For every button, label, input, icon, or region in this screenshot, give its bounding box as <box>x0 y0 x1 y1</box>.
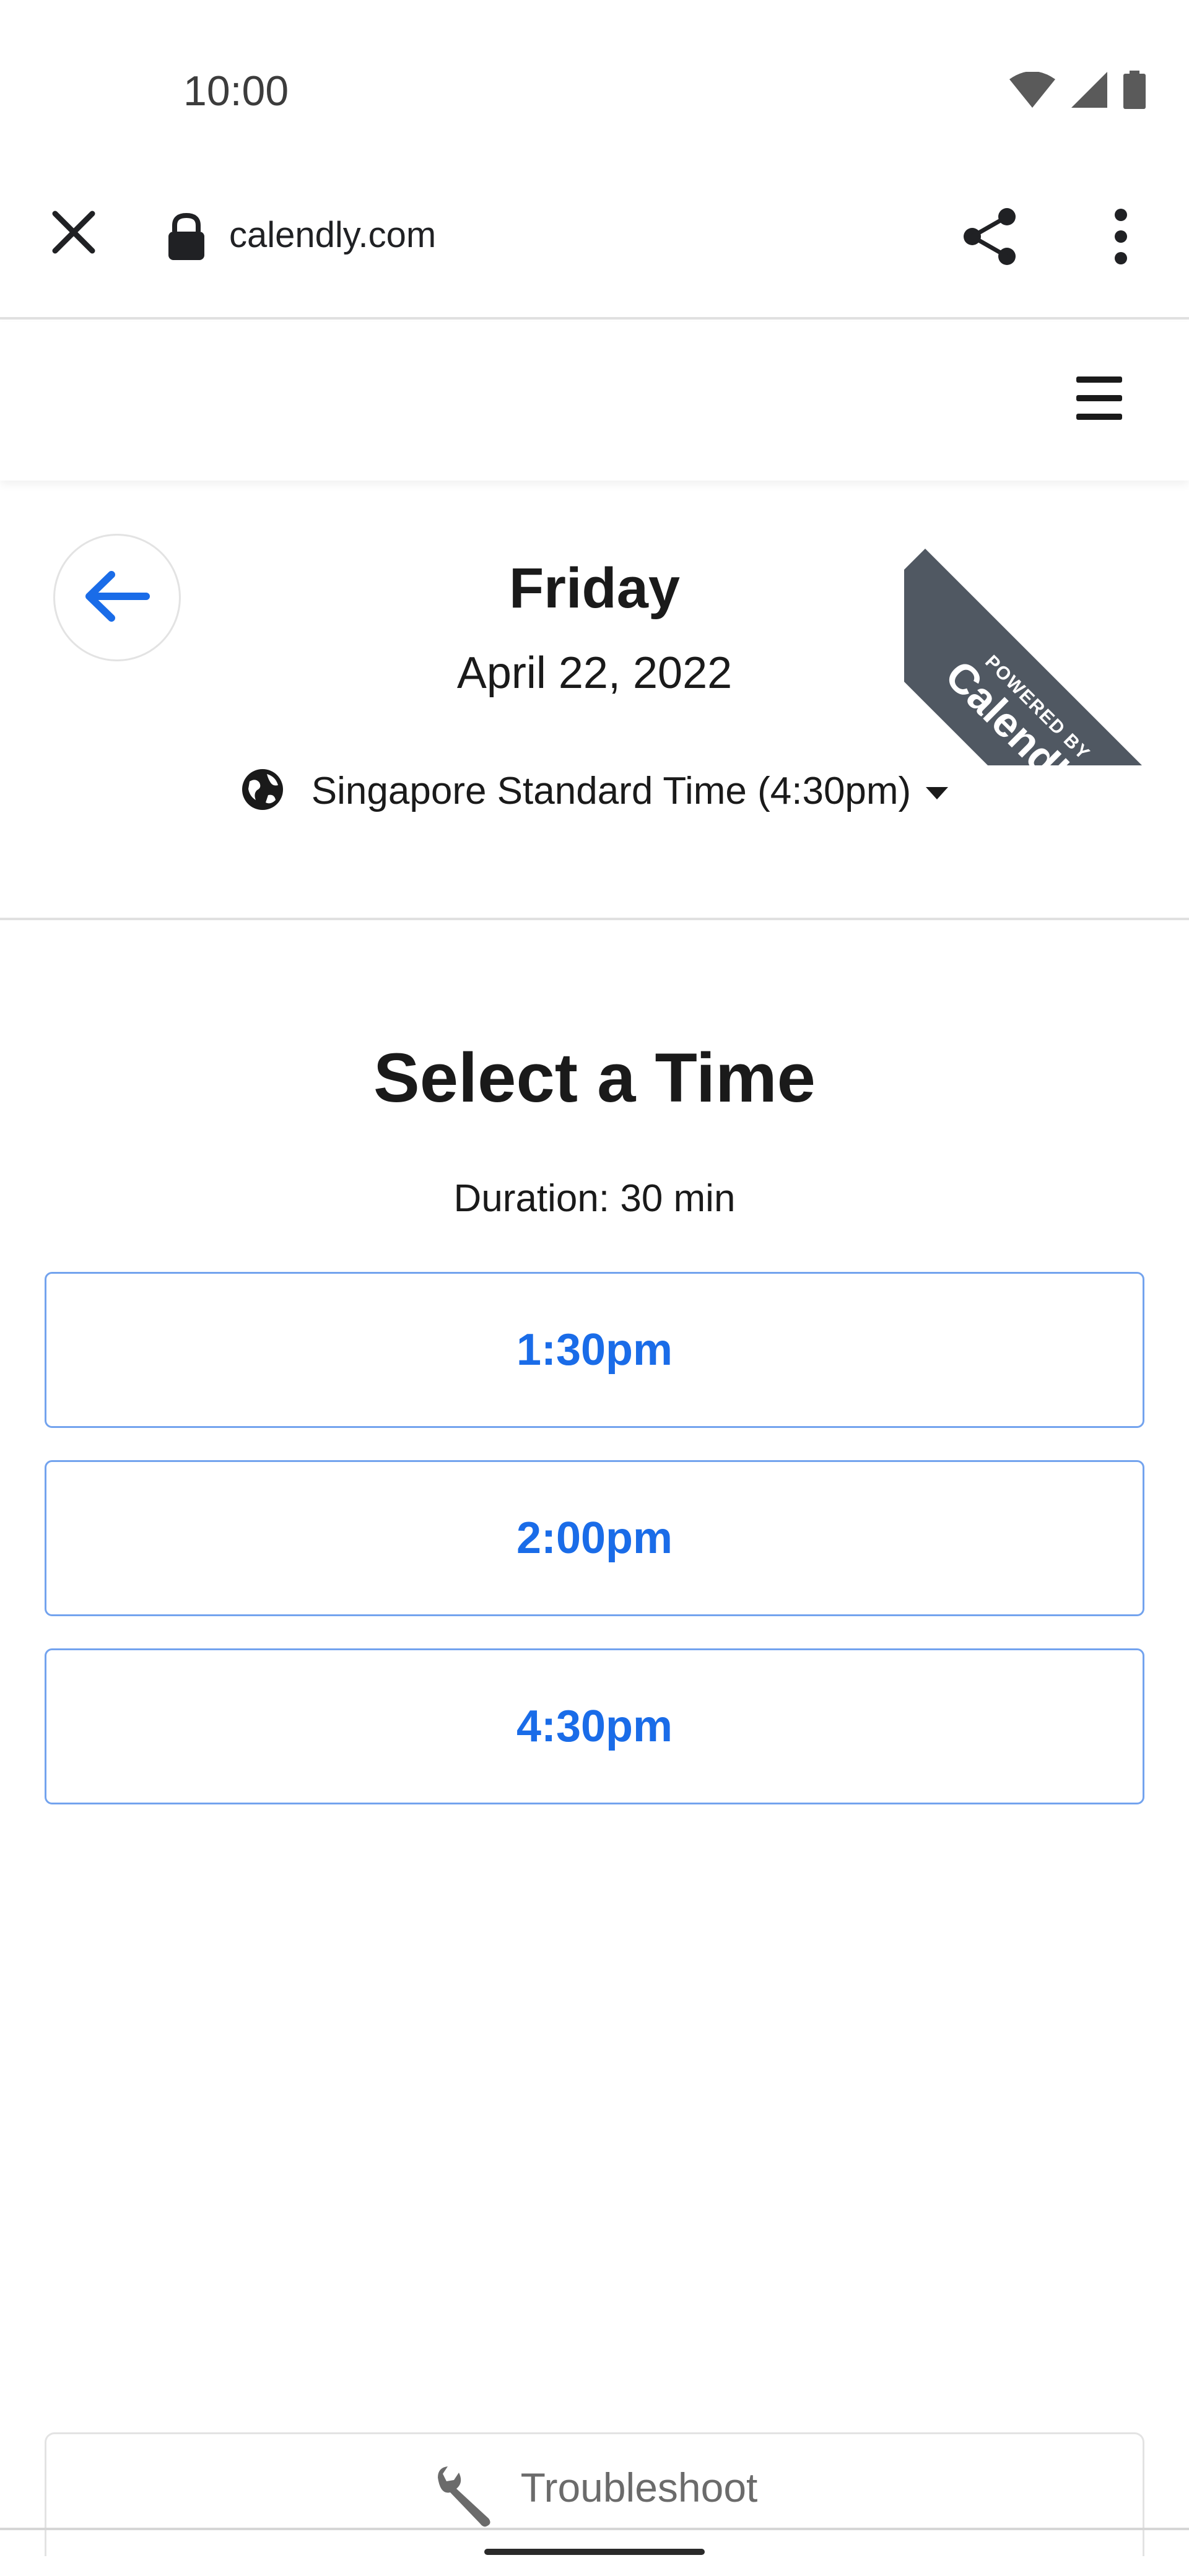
time-slot-label: 4:30pm <box>516 1702 673 1751</box>
app-header <box>0 322 1189 481</box>
troubleshoot-label: Troubleshoot <box>520 2465 758 2510</box>
time-slot-button[interactable]: 1:30pm <box>45 1272 1144 1428</box>
more-options-button[interactable] <box>1090 204 1152 271</box>
caret-down-icon <box>926 786 949 799</box>
time-slot-label: 1:30pm <box>516 1325 673 1375</box>
share-button[interactable] <box>956 204 1023 271</box>
troubleshoot-button[interactable]: Troubleshoot <box>45 2432 1144 2556</box>
status-time: 10:00 <box>183 67 289 115</box>
time-slot-button[interactable]: 4:30pm <box>45 1648 1144 1804</box>
close-icon <box>51 210 96 258</box>
select-time-heading: Select a Time <box>373 1039 816 1116</box>
close-tab-button[interactable] <box>45 204 103 263</box>
wrench-icon <box>432 2464 496 2531</box>
timezone-selector[interactable]: Singapore Standard Time (4:30pm) <box>0 768 1189 814</box>
battery-icon <box>1123 70 1146 112</box>
more-vert-icon <box>1113 208 1128 268</box>
time-slot-label: 2:00pm <box>516 1513 673 1563</box>
time-slot-button[interactable]: 2:00pm <box>45 1460 1144 1616</box>
hamburger-menu-icon[interactable] <box>1076 376 1122 420</box>
duration-label: Duration: 30 min <box>453 1177 736 1220</box>
status-icons <box>1009 69 1146 113</box>
url-text[interactable]: calendly.com <box>229 214 436 256</box>
day-label: Friday <box>508 557 681 620</box>
wifi-icon <box>1009 71 1055 111</box>
cell-signal-icon <box>1071 71 1107 111</box>
share-icon <box>960 206 1019 271</box>
gesture-navigation-bar[interactable] <box>484 2549 705 2555</box>
date-label: April 22, 2022 <box>456 648 733 698</box>
section-divider <box>0 918 1189 920</box>
globe-icon <box>241 768 284 814</box>
timezone-label: Singapore Standard Time (4:30pm) <box>311 770 912 812</box>
bottom-divider <box>0 2528 1189 2530</box>
lock-icon <box>165 212 208 260</box>
powered-by-badge[interactable]: POWERED BY Calendly <box>904 481 1189 765</box>
